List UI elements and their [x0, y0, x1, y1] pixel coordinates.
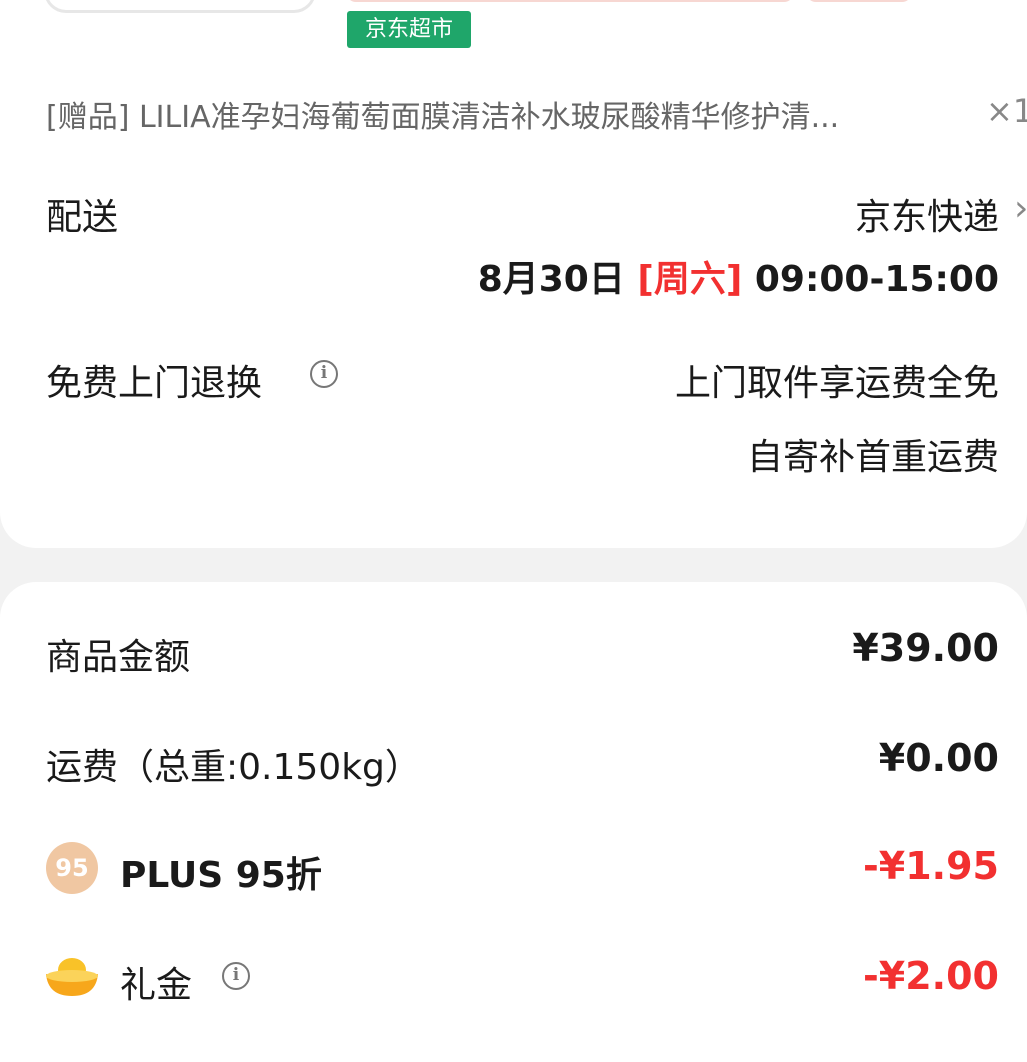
info-icon[interactable]: i	[310, 360, 338, 388]
delivery-date: 8月30日	[477, 259, 625, 300]
delivery-carrier[interactable]: 京东快递	[855, 188, 999, 240]
gold-ingot-icon	[46, 958, 98, 996]
product-tag-strip	[346, 0, 794, 2]
info-icon[interactable]: i	[222, 962, 250, 990]
shipping-fee-label: 运费（总重:0.150kg）	[46, 747, 421, 788]
self-send-text: 自寄补首重运费	[746, 437, 999, 478]
delivery-label: 配送	[46, 197, 119, 238]
close-icon: ×1	[986, 92, 1027, 130]
shipping-fee-value: ¥0.00	[878, 736, 999, 780]
pickup-free-text: 上门取件享运费全免	[674, 363, 999, 404]
plus-discount-value: -¥1.95	[863, 844, 999, 888]
delivery-time: 09:00-15:00	[754, 259, 999, 300]
gift-money-label: 礼金	[120, 965, 193, 1006]
plus-95-badge-icon: 95	[46, 842, 98, 894]
store-tag: 京东超市	[347, 11, 471, 48]
delivery-time-row[interactable]: 8月30日 [周六] 09:00-15:00	[478, 250, 999, 302]
gift-money-value: -¥2.00	[863, 954, 999, 998]
free-return-label: 免费上门退换	[46, 363, 263, 404]
goods-amount-label: 商品金额	[46, 637, 191, 678]
product-tag-strip-2	[806, 0, 912, 2]
plus-discount-label: PLUS 95折	[120, 855, 322, 896]
gift-item-text: [赠品] LILIA准孕妇海葡萄面膜清洁补水玻尿酸精华修护清...	[46, 100, 840, 135]
chevron-right-icon[interactable]: ›	[1014, 188, 1027, 229]
goods-amount-value: ¥39.00	[852, 626, 999, 670]
product-thumbnail[interactable]	[44, 0, 316, 13]
delivery-weekday: [周六]	[637, 259, 743, 300]
